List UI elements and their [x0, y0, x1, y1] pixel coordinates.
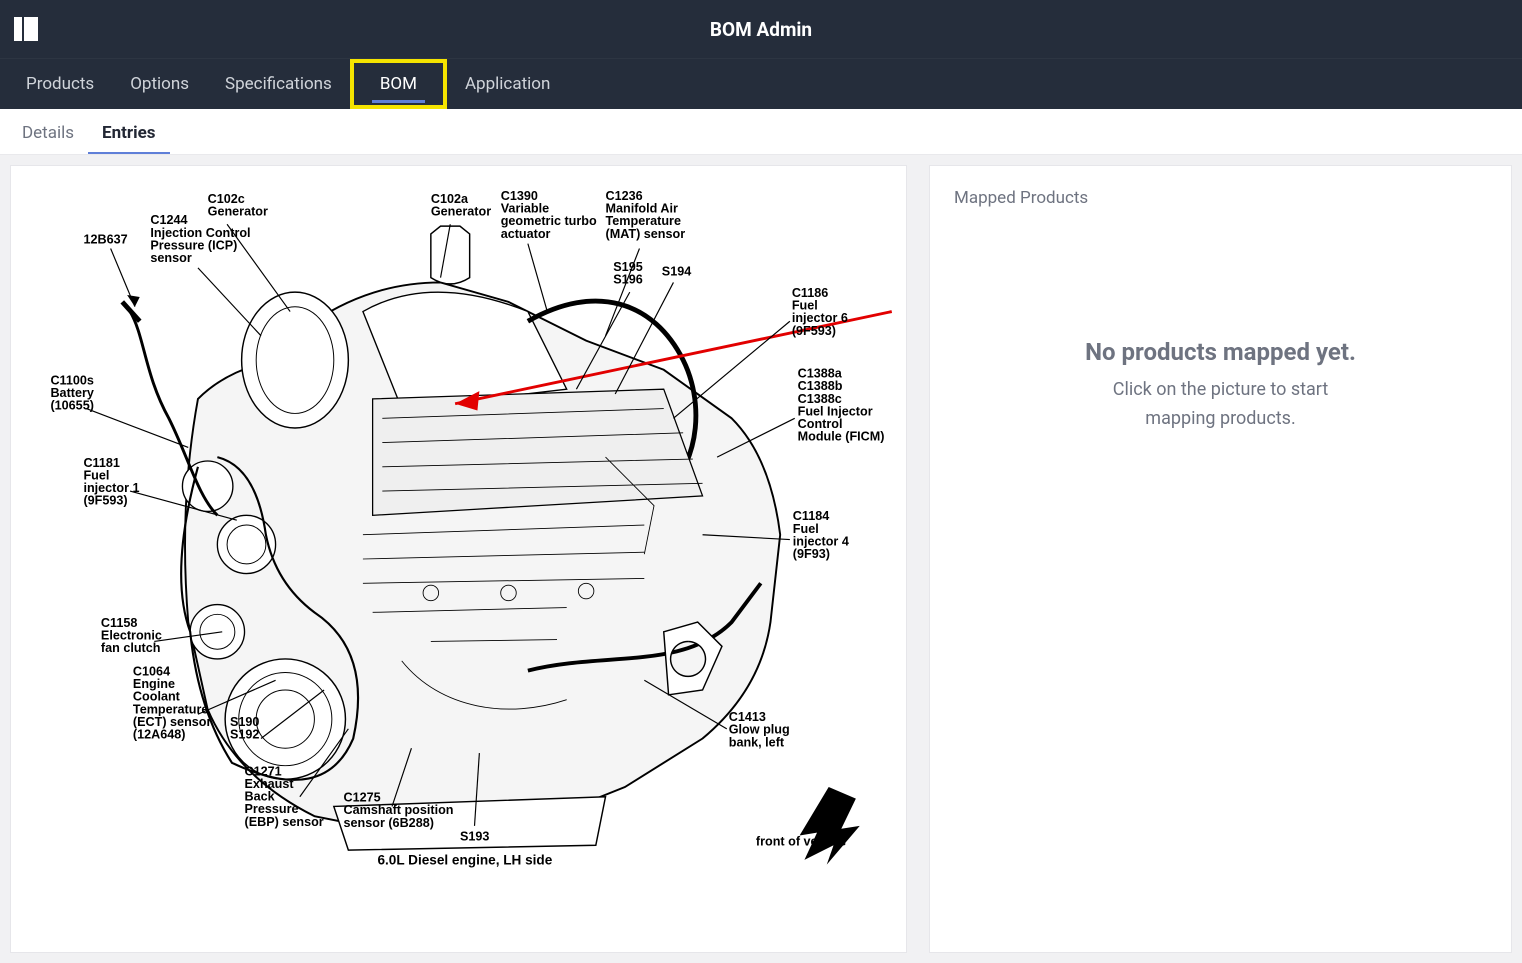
svg-text:S194: S194 [662, 265, 691, 279]
svg-text:C102cGenerator: C102cGenerator [208, 192, 268, 219]
front-of-vehicle-arrow-icon [800, 787, 860, 865]
nav-application[interactable]: Application [447, 61, 568, 107]
callout-c1244: C1244Injection ControlPressure (ICP)sens… [150, 213, 261, 336]
svg-text:C1388aC1388bC1388cFuel Injecto: C1388aC1388bC1388cFuel InjectorControlMo… [798, 367, 885, 444]
mapped-products-panel: Mapped Products No products mapped yet. … [929, 165, 1512, 953]
svg-text:C1244Injection ControlPressure: C1244Injection ControlPressure (ICP)sens… [150, 213, 250, 265]
diagram-caption: 6.0L Diesel engine, LH side [377, 853, 552, 868]
subnav-details[interactable]: Details [8, 113, 88, 154]
callout-c1100s: C1100sBattery(10655) [50, 373, 188, 447]
primary-nav: Products Options Specifications BOM Appl… [0, 58, 1522, 109]
nav-bom[interactable]: BOM [350, 59, 447, 109]
nav-options[interactable]: Options [112, 61, 207, 107]
engine-diagram[interactable]: front of vehicle 6.0L Diesel engine, LH … [11, 166, 906, 952]
svg-text:S195S196: S195S196 [613, 260, 642, 287]
svg-text:C1390Variablegeometric turboac: C1390Variablegeometric turboactuator [501, 189, 597, 241]
svg-text:C1236Manifold AirTemperature(M: C1236Manifold AirTemperature(MAT) sensor [606, 189, 686, 241]
secondary-nav: Details Entries [0, 109, 1522, 155]
front-of-vehicle-label: front of vehicle [756, 834, 846, 848]
callout-12b637: 12B637 [83, 233, 139, 307]
svg-text:S193: S193 [460, 829, 489, 843]
engine-body [122, 226, 780, 850]
svg-text:C1158Electronicfan clutch: C1158Electronicfan clutch [101, 616, 162, 655]
nav-specifications[interactable]: Specifications [207, 61, 350, 107]
svg-text:C1186Fuelinjector 6(9F593): C1186Fuelinjector 6(9F593) [792, 286, 848, 338]
mapped-products-title: Mapped Products [954, 188, 1487, 208]
svg-text:C1413Glow plugbank, left: C1413Glow plugbank, left [729, 710, 790, 749]
subnav-entries[interactable]: Entries [88, 113, 169, 154]
svg-text:S190S192: S190S192 [230, 715, 259, 742]
app-header: BOM Admin [0, 0, 1522, 58]
callout-c1390: C1390Variablegeometric turboactuator [501, 189, 597, 312]
bom-diagram-panel[interactable]: front of vehicle 6.0L Diesel engine, LH … [10, 165, 907, 953]
svg-text:12B637: 12B637 [83, 233, 127, 247]
mapped-products-empty-state: No products mapped yet. Click on the pic… [954, 338, 1487, 434]
empty-state-sub: Click on the picture to start mapping pr… [954, 376, 1487, 434]
svg-text:C1184Fuelinjector 4(9F93): C1184Fuelinjector 4(9F93) [793, 509, 849, 561]
empty-state-heading: No products mapped yet. [954, 338, 1487, 366]
content-area: front of vehicle 6.0L Diesel engine, LH … [0, 155, 1522, 963]
app-title: BOM Admin [710, 18, 812, 41]
svg-text:C1100sBattery(10655): C1100sBattery(10655) [50, 373, 93, 412]
svg-text:C102aGenerator: C102aGenerator [431, 192, 491, 219]
svg-text:C1181Fuelinjector 1(9F593): C1181Fuelinjector 1(9F593) [83, 456, 139, 508]
nav-products[interactable]: Products [8, 61, 112, 107]
app-logo-icon[interactable] [14, 17, 38, 41]
